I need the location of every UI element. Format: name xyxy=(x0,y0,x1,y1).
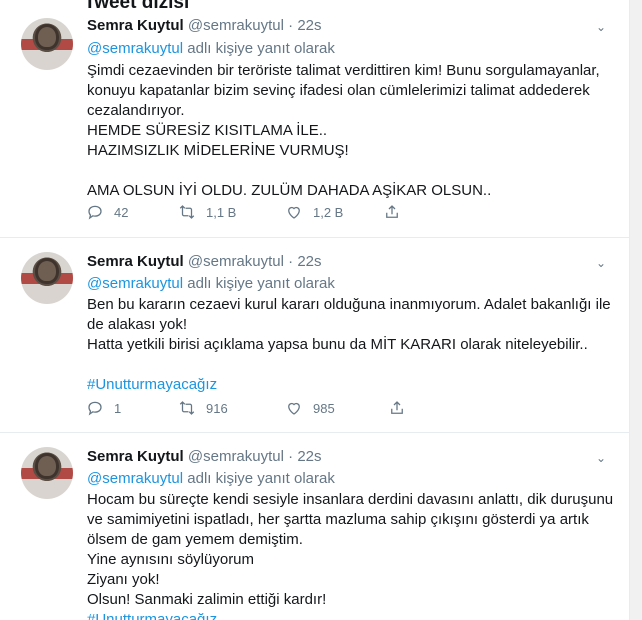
tweet-line: de alakası yok! xyxy=(87,316,188,333)
retweet-button[interactable]: 916 xyxy=(178,399,228,417)
reply-button[interactable]: 42 xyxy=(86,203,128,221)
chevron-down-icon[interactable]: ⌄ xyxy=(594,256,608,270)
reply-mention-link[interactable]: @semrakuytul xyxy=(87,275,183,292)
tweet-header: Semra Kuytul @semrakuytul · 22s xyxy=(87,17,322,34)
reply-suffix: adlı kişiye yanıt olarak xyxy=(187,275,335,292)
tweet-line xyxy=(87,161,617,181)
chevron-down-icon[interactable]: ⌄ xyxy=(594,20,608,34)
tweet-time[interactable]: 22s xyxy=(297,448,321,465)
tweet-2[interactable]: Semra Kuytul @semrakuytul · 22s ⌄ @semra… xyxy=(0,238,630,433)
tweet-line: Olsun! Sanmaki zalimin ettiği kardır! xyxy=(87,591,327,608)
retweet-button[interactable]: 1,1 B xyxy=(178,203,236,221)
author-name[interactable]: Semra Kuytul xyxy=(87,448,184,465)
like-count: 985 xyxy=(313,400,335,416)
author-handle[interactable]: @semrakuytul xyxy=(188,253,284,270)
tweet-line: Şimdi cezaevinden bir teröriste talimat … xyxy=(87,62,600,79)
tweet-line: konuyu kapatanlar bizim sevinç ifadesi o… xyxy=(87,82,590,99)
tweet-line: cezalandırıyor. xyxy=(87,102,185,119)
reply-count: 1 xyxy=(114,400,122,416)
author-name[interactable]: Semra Kuytul xyxy=(87,253,184,270)
tweet-1[interactable]: Semra Kuytul @semrakuytul · 22s ⌄ @semra… xyxy=(0,0,630,238)
reply-context: @semrakuytul adlı kişiye yanıt olarak xyxy=(87,469,335,489)
retweet-icon xyxy=(179,205,195,219)
reply-button[interactable]: 1 xyxy=(86,399,121,417)
scrollbar[interactable] xyxy=(630,0,642,620)
avatar[interactable] xyxy=(21,447,73,499)
tweet-line: AMA OLSUN İYİ OLDU. ZULÜM DAHADA AŞİKAR … xyxy=(87,182,492,199)
tweet-line xyxy=(87,355,617,375)
reply-count: 42 xyxy=(114,204,129,220)
tweet-line: ölsem de gam yemem demiştim. xyxy=(87,531,303,548)
reply-suffix: adlı kişiye yanıt olarak xyxy=(187,40,335,57)
retweet-count: 1,1 B xyxy=(206,204,237,220)
tweet-line: Hocam bu süreçte kendi sesiyle insanlara… xyxy=(87,491,614,508)
share-button[interactable] xyxy=(388,399,406,417)
tweet-text: Şimdi cezaevinden bir teröriste talimat … xyxy=(87,61,617,201)
like-button[interactable]: 1,2 B xyxy=(285,203,343,221)
reply-suffix: adlı kişiye yanıt olarak xyxy=(187,470,335,487)
avatar[interactable] xyxy=(21,18,73,70)
reply-mention-link[interactable]: @semrakuytul xyxy=(87,470,183,487)
tweet-line: HAZIMSIZLIK MİDELERİNE VURMUŞ! xyxy=(87,142,349,159)
tweet-3[interactable]: Semra Kuytul @semrakuytul · 22s ⌄ @semra… xyxy=(0,433,630,620)
reply-icon xyxy=(88,401,102,416)
tweet-time[interactable]: 22s xyxy=(297,253,321,270)
author-name[interactable]: Semra Kuytul xyxy=(87,17,184,34)
hashtag-link[interactable]: #Unutturmayacağız xyxy=(87,610,617,620)
share-button[interactable] xyxy=(383,203,401,221)
reply-icon xyxy=(88,205,102,220)
share-icon xyxy=(386,205,398,218)
like-count: 1,2 B xyxy=(313,204,344,220)
tweet-line: Ziyanı yok! xyxy=(87,571,160,588)
chevron-down-icon[interactable]: ⌄ xyxy=(594,451,608,465)
heart-icon xyxy=(288,206,300,219)
tweet-text: Hocam bu süreçte kendi sesiyle insanlara… xyxy=(87,490,617,620)
tweet-line: Yine aynısını söylüyorum xyxy=(87,551,255,568)
heart-icon xyxy=(288,402,300,415)
reply-context: @semrakuytul adlı kişiye yanıt olarak xyxy=(87,274,335,294)
retweet-icon xyxy=(179,401,195,415)
retweet-count: 916 xyxy=(206,400,228,416)
tweet-line: Hatta yetkili birisi açıklama yapsa bunu… xyxy=(87,336,588,353)
like-button[interactable]: 985 xyxy=(285,399,335,417)
tweet-line: Ben bu kararın cezaevi kurul kararı oldu… xyxy=(87,296,611,313)
tweet-line: HEMDE SÜRESİZ KISITLAMA İLE.. xyxy=(87,122,328,139)
reply-context: @semrakuytul adlı kişiye yanıt olarak xyxy=(87,39,335,59)
tweet-time[interactable]: 22s xyxy=(297,17,321,34)
avatar[interactable] xyxy=(21,252,73,304)
share-icon xyxy=(391,401,403,414)
author-handle[interactable]: @semrakuytul xyxy=(188,17,284,34)
tweet-header: Semra Kuytul @semrakuytul · 22s xyxy=(87,448,322,465)
tweet-header: Semra Kuytul @semrakuytul · 22s xyxy=(87,253,322,270)
author-handle[interactable]: @semrakuytul xyxy=(188,448,284,465)
hashtag-link[interactable]: #Unutturmayacağız xyxy=(87,375,617,395)
tweet-thread: Tweet dizisi Semra Kuytul @semrakuytul ·… xyxy=(0,0,630,620)
tweet-text: Ben bu kararın cezaevi kurul kararı oldu… xyxy=(87,295,617,395)
reply-mention-link[interactable]: @semrakuytul xyxy=(87,40,183,57)
tweet-line: ve samimiyetini ispatladı, her şartta ma… xyxy=(87,511,589,528)
